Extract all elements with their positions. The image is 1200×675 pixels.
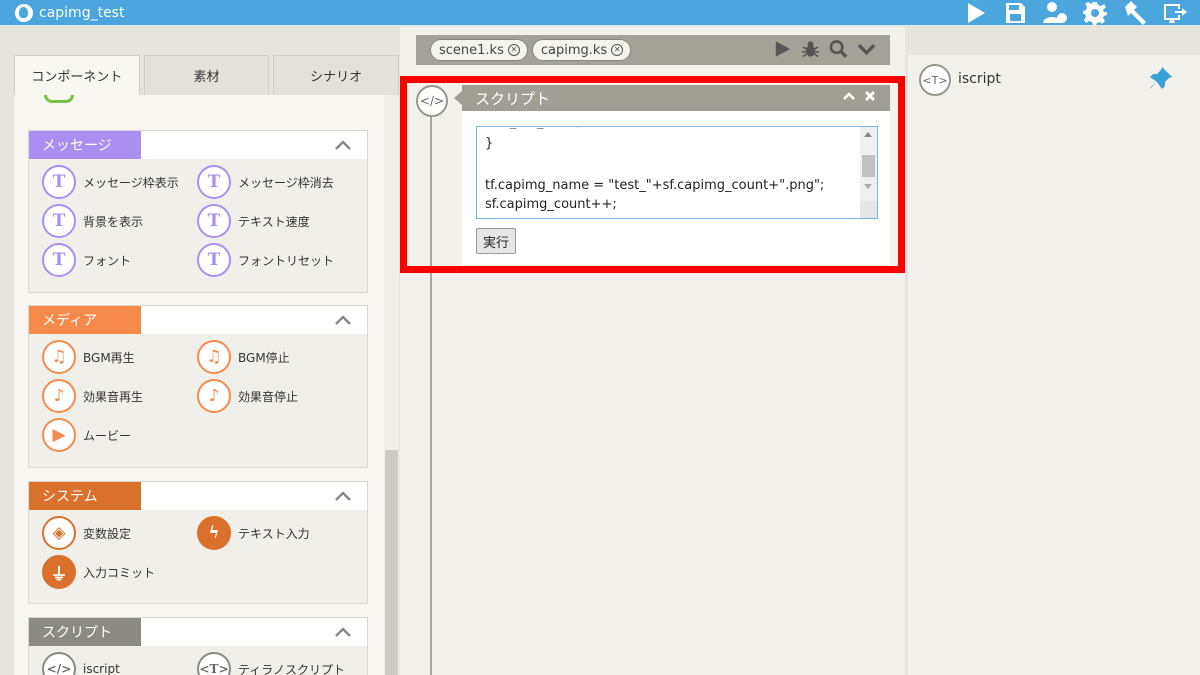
bgm-play-icon: ♫ <box>42 340 76 374</box>
se-stop-icon: ♪ <box>197 379 231 413</box>
user-settings-icon[interactable] <box>1042 1 1068 25</box>
resize-grip-icon[interactable] <box>860 201 877 218</box>
movie-icon: ▶ <box>42 418 76 452</box>
background-show-icon: T <box>42 204 76 238</box>
component-item[interactable]: T フォントリセット <box>197 243 334 277</box>
message-hide-icon: T <box>197 165 231 199</box>
component-item[interactable]: ▶ ムービー <box>42 418 131 452</box>
component-item[interactable]: <T> ティラノスクリプト <box>197 652 345 675</box>
section-message: メッセージ T メッセージ枠表示 T メッセージ枠消去 T 背景を表示 T テキスト速度… <box>28 130 368 293</box>
text-speed-icon: T <box>197 204 231 238</box>
section-message-label: メッセージ <box>29 131 141 159</box>
section-media: メディア ♫ BGM再生 ♫ BGM停止 ♪ 効果音再生 ♪ 効果音停止 ▶ ムービー <box>28 305 368 468</box>
component-item[interactable]: T メッセージ枠表示 <box>42 165 179 199</box>
export-icon[interactable] <box>1162 1 1188 25</box>
left-scrollbar[interactable] <box>384 95 399 675</box>
collapse-chevron-icon[interactable] <box>141 306 367 334</box>
message-show-icon: T <box>42 165 76 199</box>
run-button[interactable]: 実行 <box>476 228 516 254</box>
component-item[interactable]: </> iscript <box>42 652 120 675</box>
tab-components[interactable]: コンポーネント <box>14 55 140 95</box>
search-icon[interactable] <box>829 39 848 59</box>
save-icon[interactable] <box>1002 1 1028 25</box>
collapse-icon[interactable] <box>843 90 855 102</box>
component-list: メッセージ T メッセージ枠表示 T メッセージ枠消去 T 背景を表示 T テキスト速度… <box>14 95 399 675</box>
timeline-line <box>430 97 432 675</box>
script-code-editor[interactable]: _ _ ; } tf.capimg_name = "test_"+sf.capi… <box>476 126 878 219</box>
tab-scenario[interactable]: シナリオ <box>273 55 400 95</box>
script-panel-header: スクリプト <box>454 85 890 111</box>
component-item[interactable]: ♪ 効果音停止 <box>197 379 298 413</box>
left-tabs: コンポーネント 素材 シナリオ <box>14 55 400 95</box>
tyrano-tag-icon: <T> <box>197 652 231 675</box>
script-panel: スクリプト _ _ ; } tf.capimg_name = "test_"+s… <box>454 85 890 265</box>
section-script-label: スクリプト <box>29 618 141 646</box>
collapse-chevron-icon[interactable] <box>141 618 367 646</box>
play-icon[interactable] <box>773 39 792 59</box>
component-item[interactable]: ϟ テキスト入力 <box>197 516 310 550</box>
properties-panel: <T> iscript <box>908 55 1200 675</box>
file-tab-bar: scene1.ks ✕ capimg.ks ✕ <box>416 35 890 65</box>
se-play-icon: ♪ <box>42 379 76 413</box>
gear-icon[interactable] <box>1082 1 1108 25</box>
left-panel: コンポーネント 素材 シナリオ メッセージ T メッセージ枠表示 T メッセージ枠消… <box>14 55 400 675</box>
section-script: スクリプト </> iscript <T> ティラノスクリプト <box>28 617 368 675</box>
component-item[interactable]: ⏚ 入力コミット <box>42 555 155 589</box>
component-item[interactable]: ◈ 変数設定 <box>42 516 131 550</box>
tab-assets[interactable]: 素材 <box>143 55 270 95</box>
lightning-icon: ϟ <box>197 516 231 550</box>
file-tab-capimg[interactable]: capimg.ks ✕ <box>531 39 632 61</box>
play-icon[interactable] <box>962 1 988 25</box>
code-icon[interactable]: </> <box>416 85 448 117</box>
scenario-editor: scene1.ks✕ capimg.ks✕ </> スクリプト _ _ ; } … <box>400 27 905 675</box>
scrollbar-thumb[interactable] <box>385 450 398 675</box>
plug-icon: ⏚ <box>42 555 76 589</box>
hammer-icon[interactable] <box>1122 0 1148 25</box>
file-tab-scene1[interactable]: scene1.ks ✕ <box>430 39 528 61</box>
component-item[interactable]: T フォント <box>42 243 131 277</box>
app-logo-icon <box>15 3 33 22</box>
toolbar <box>962 0 1188 25</box>
variable-icon: ◈ <box>42 516 76 550</box>
section-media-label: メディア <box>29 306 141 334</box>
bgm-stop-icon: ♫ <box>197 340 231 374</box>
component-icon-partial <box>44 95 74 103</box>
close-icon[interactable]: ✕ <box>507 44 520 56</box>
close-icon[interactable]: ✕ <box>611 44 624 56</box>
tyrano-tag-icon: <T> <box>919 64 951 96</box>
close-icon[interactable] <box>864 90 876 102</box>
pin-icon[interactable] <box>1148 65 1174 91</box>
component-item[interactable]: T テキスト速度 <box>197 204 310 238</box>
chevron-down-icon[interactable] <box>857 39 876 59</box>
font-reset-icon: T <box>197 243 231 277</box>
collapse-chevron-icon[interactable] <box>141 131 367 159</box>
code-icon: </> <box>42 652 76 675</box>
section-system-label: システム <box>29 482 141 510</box>
font-icon: T <box>42 243 76 277</box>
component-item[interactable]: T メッセージ枠消去 <box>197 165 334 199</box>
app-title: capimg_test <box>39 4 125 21</box>
component-item[interactable]: ♪ 効果音再生 <box>42 379 143 413</box>
component-item[interactable]: ♫ BGM停止 <box>197 340 290 374</box>
title-bar: capimg_test <box>0 0 1200 25</box>
component-item[interactable]: T 背景を表示 <box>42 204 143 238</box>
selected-component-label: iscript <box>958 71 1001 87</box>
collapse-chevron-icon[interactable] <box>141 482 367 510</box>
bug-icon[interactable] <box>801 39 820 59</box>
script-panel-title: スクリプト <box>475 89 551 108</box>
section-system: システム ◈ 変数設定 ϟ テキスト入力 ⏚ 入力コミット <box>28 481 368 604</box>
component-item[interactable]: ♫ BGM再生 <box>42 340 135 374</box>
